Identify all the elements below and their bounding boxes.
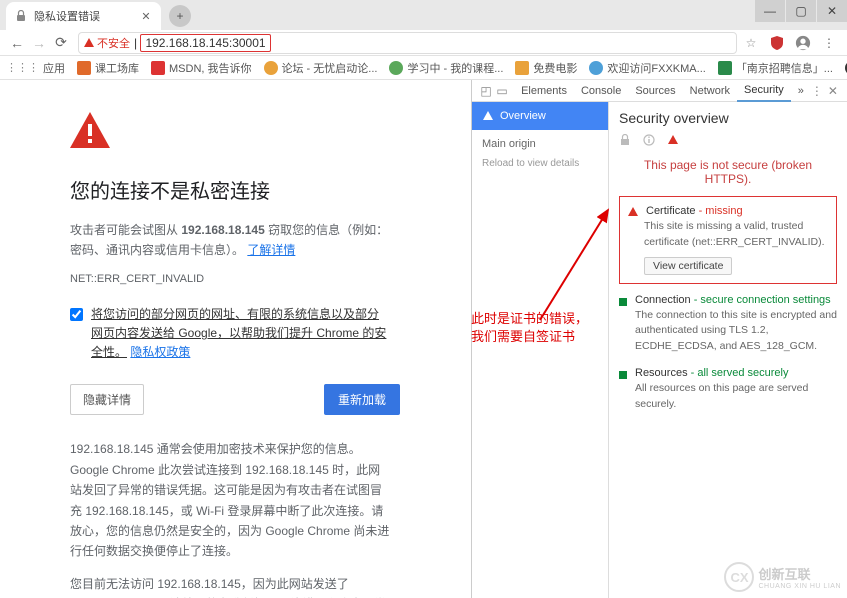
menu-icon[interactable]: ⋮ [821, 35, 837, 51]
devtools-close-icon[interactable]: ✕ [827, 83, 839, 99]
checkbox-label: 将您访问的部分网页的网址、有限的系统信息以及部分网页内容发送给 Google，以… [91, 305, 390, 363]
insecure-label: 不安全 [97, 35, 130, 51]
resources-label: Resources - all served securely [635, 367, 788, 379]
forward-button[interactable]: → [28, 32, 50, 54]
star-icon[interactable]: ☆ [743, 35, 759, 51]
security-status-icons [619, 134, 837, 146]
view-certificate-button[interactable]: View certificate [644, 257, 732, 275]
insecure-message: This page is not secure (broken HTTPS). [619, 158, 837, 186]
window-titlebar: 隐私设置错误 ✕ + — ▢ ✕ [0, 0, 847, 30]
overview-title: Security overview [619, 110, 837, 126]
reload-hint: Reload to view details [472, 158, 608, 177]
insecure-badge: 不安全 [83, 35, 130, 51]
devtools-tabs: ◰ ▭ Elements Console Sources Network Sec… [472, 80, 847, 102]
certificate-card: Certificate - missing This site is missi… [619, 196, 837, 284]
resources-desc: All resources on this page are served se… [635, 381, 837, 413]
url-text: | 192.168.18.145:30001 [134, 36, 271, 50]
connection-desc: The connection to this site is encrypted… [635, 308, 837, 355]
watermark: CX 创新互联 CHUANG XIN HU LIAN [724, 562, 841, 592]
warning-red-icon [667, 134, 679, 146]
page-heading: 您的连接不是私密连接 [70, 175, 471, 204]
certificate-desc: This site is missing a valid, trusted ce… [644, 219, 828, 251]
error-code: NET::ERR_CERT_INVALID [70, 273, 471, 285]
reload-page-button[interactable]: 重新加载 [324, 384, 400, 415]
minimize-button[interactable]: — [755, 0, 785, 22]
overview-item[interactable]: Overview [472, 102, 608, 130]
tab-network[interactable]: Network [683, 80, 737, 102]
warning-paragraph: 攻击者可能会试图从 192.168.18.145 窃取您的信息（例如：密码、通讯… [70, 220, 390, 261]
bookmark-item[interactable]: 课工场库 [77, 60, 139, 76]
bookmark-item[interactable]: 欢迎访问FXXKMA... [589, 60, 705, 76]
close-tab-icon[interactable]: ✕ [139, 9, 153, 23]
tab-elements[interactable]: Elements [514, 80, 574, 102]
connection-section: Connection - secure connection settings … [619, 294, 837, 355]
profile-icon[interactable] [795, 35, 811, 51]
learn-more-link[interactable]: 了解详情 [247, 243, 295, 257]
bookmarks-bar: ⋮⋮⋮应用 课工场库 MSDN, 我告诉你 论坛 - 无忧启动论... 学习中 … [0, 56, 847, 80]
connection-label: Connection - secure connection settings [635, 294, 831, 306]
bookmark-item[interactable]: 免费电影 [515, 60, 577, 76]
certificate-label: Certificate - missing [646, 205, 743, 217]
main-origin-label: Main origin [472, 130, 608, 158]
bookmark-item[interactable]: MSDN, 我告诉你 [151, 60, 252, 76]
green-square-icon [619, 298, 627, 306]
tab-security[interactable]: Security [737, 80, 791, 102]
bookmark-item[interactable]: 「南京招聘信息」... [718, 60, 833, 76]
annotation-text: 此时是证书的错误， 我们需要自签证书 [471, 310, 588, 346]
close-window-button[interactable]: ✕ [817, 0, 847, 22]
tabs-overflow-icon[interactable]: » [791, 80, 811, 102]
resources-section: Resources - all served securely All reso… [619, 367, 837, 413]
device-icon[interactable]: ▭ [496, 83, 508, 99]
green-square-icon [619, 371, 627, 379]
detail-paragraph-2: 您目前无法访问 192.168.18.145，因为此网站发送了 Google C… [70, 574, 390, 598]
lock-icon [14, 9, 28, 23]
devtools-menu-icon[interactable]: ⋮ [811, 83, 823, 99]
warning-triangle-icon [628, 207, 638, 216]
bookmark-item[interactable]: 论坛 - 无忧启动论... [264, 60, 378, 76]
browser-tab[interactable]: 隐私设置错误 ✕ [6, 2, 161, 30]
tab-title: 隐私设置错误 [34, 8, 139, 24]
privacy-link[interactable]: 隐私权政策 [130, 345, 190, 359]
info-grey-icon [643, 134, 655, 146]
shield-icon[interactable] [769, 35, 785, 51]
tab-sources[interactable]: Sources [628, 80, 682, 102]
lock-grey-icon [619, 134, 631, 146]
tab-console[interactable]: Console [574, 80, 628, 102]
navigation-bar: ← → ⟳ 不安全 | 192.168.18.145:30001 ☆ ⋮ [0, 30, 847, 56]
report-checkbox[interactable] [70, 308, 83, 321]
error-page: 您的连接不是私密连接 攻击者可能会试图从 192.168.18.145 窃取您的… [0, 80, 471, 598]
apps-shortcut[interactable]: ⋮⋮⋮应用 [6, 60, 65, 76]
window-controls: — ▢ ✕ [754, 0, 847, 22]
detail-paragraph-1: 192.168.18.145 通常会使用加密技术来保护您的信息。Google C… [70, 439, 390, 561]
warning-icon [70, 112, 110, 148]
inspect-icon[interactable]: ◰ [480, 83, 492, 99]
maximize-button[interactable]: ▢ [786, 0, 816, 22]
hide-details-button[interactable]: 隐藏详情 [70, 384, 144, 415]
reload-button[interactable]: ⟳ [50, 32, 72, 54]
new-tab-button[interactable]: + [169, 5, 191, 27]
url-bar[interactable]: 不安全 | 192.168.18.145:30001 [78, 32, 737, 54]
security-overview: Security overview This page is not secur… [609, 102, 847, 598]
bookmark-item[interactable]: 学习中 - 我的课程... [389, 60, 503, 76]
devtools-sidebar: Overview Main origin Reload to view deta… [472, 102, 609, 598]
back-button[interactable]: ← [6, 32, 28, 54]
